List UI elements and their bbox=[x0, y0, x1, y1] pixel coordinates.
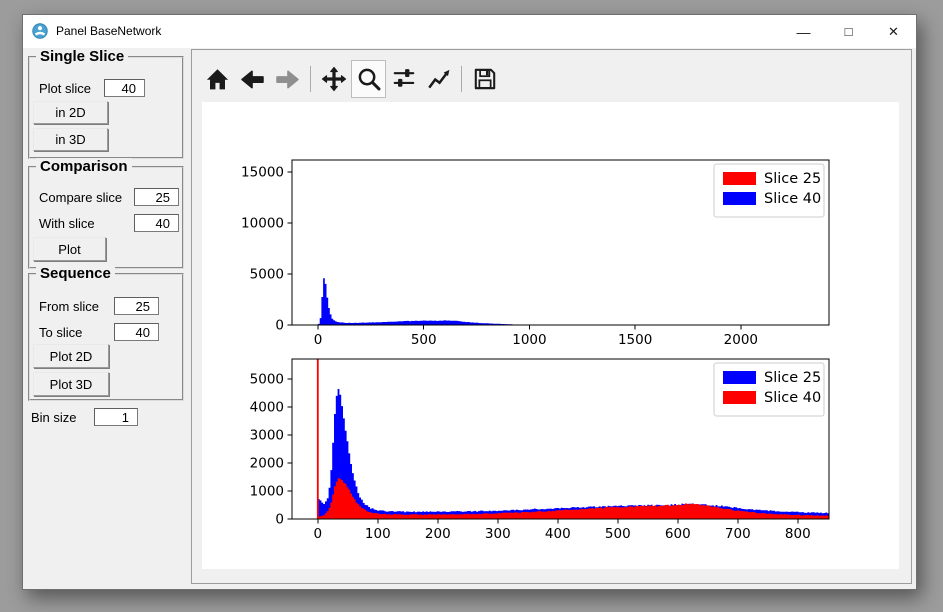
home-icon bbox=[205, 67, 230, 92]
plot-slice-label: Plot slice bbox=[39, 81, 91, 96]
axes-2[interactable]: 0 100 200 300 400 500 600 700 800 0 1000 2000 3000 40… bbox=[250, 359, 829, 542]
x-tick-label: 100 bbox=[365, 526, 391, 542]
minimize-button[interactable]: — bbox=[781, 15, 826, 48]
y-tick-label: 1000 bbox=[250, 484, 284, 500]
save-icon bbox=[472, 66, 498, 92]
x-tick-label: 700 bbox=[725, 526, 751, 542]
legend-label: Slice 40 bbox=[764, 390, 821, 406]
pan-icon bbox=[321, 66, 347, 92]
series-slice-40 bbox=[318, 278, 825, 325]
x-tick-label: 1000 bbox=[512, 332, 546, 348]
comparison-plot-button[interactable]: Plot bbox=[33, 237, 106, 261]
toolbar-separator bbox=[461, 66, 462, 92]
legend: Slice 25 Slice 40 bbox=[714, 164, 824, 217]
y-tick-label: 4000 bbox=[250, 400, 284, 416]
to-slice-label: To slice bbox=[39, 325, 82, 340]
line-chart-icon bbox=[426, 66, 452, 92]
x-tick-label: 800 bbox=[785, 526, 811, 542]
legend: Slice 25 Slice 40 bbox=[714, 363, 824, 416]
close-button[interactable]: ✕ bbox=[871, 15, 916, 48]
y-tick-label: 3000 bbox=[250, 428, 284, 444]
back-icon bbox=[240, 67, 265, 92]
y-tick-label: 2000 bbox=[250, 456, 284, 472]
x-tick-label: 200 bbox=[425, 526, 451, 542]
figure-canvas[interactable]: 0500100015002000050001000015000Slice 25S… bbox=[202, 102, 899, 569]
y-tick-label: 5000 bbox=[250, 267, 284, 283]
forward-icon bbox=[275, 67, 300, 92]
pan-button[interactable] bbox=[316, 60, 351, 98]
with-slice-input[interactable] bbox=[134, 214, 179, 232]
edit-parameters-button[interactable] bbox=[421, 60, 456, 98]
save-button[interactable] bbox=[467, 60, 502, 98]
x-tick-label: 400 bbox=[545, 526, 571, 542]
home-button[interactable] bbox=[200, 60, 235, 98]
title-bar[interactable]: Panel BaseNetwork — □ ✕ bbox=[23, 15, 916, 48]
toolbar-separator bbox=[310, 66, 311, 92]
matplotlib-toolbar bbox=[200, 60, 502, 98]
tk-app-icon bbox=[32, 23, 48, 39]
comparison-title: Comparison bbox=[36, 158, 132, 175]
bin-size-label: Bin size bbox=[31, 410, 77, 425]
from-slice-label: From slice bbox=[39, 299, 99, 314]
y-tick-label: 15000 bbox=[241, 165, 284, 181]
window-controls: — □ ✕ bbox=[781, 15, 916, 48]
in-2d-button[interactable]: in 2D bbox=[33, 101, 108, 124]
single-slice-title: Single Slice bbox=[36, 48, 128, 65]
legend-swatch bbox=[723, 172, 756, 185]
y-tick-label: 10000 bbox=[241, 216, 284, 232]
with-slice-label: With slice bbox=[39, 216, 95, 231]
x-tick-label: 2000 bbox=[724, 332, 758, 348]
back-button[interactable] bbox=[235, 60, 270, 98]
zoom-button[interactable] bbox=[351, 60, 386, 98]
to-slice-input[interactable] bbox=[114, 323, 159, 341]
zoom-icon bbox=[356, 66, 382, 92]
maximize-button[interactable]: □ bbox=[826, 15, 871, 48]
plot-panel: 0500100015002000050001000015000Slice 25S… bbox=[191, 49, 912, 584]
legend-swatch bbox=[723, 371, 756, 384]
plot-slice-input[interactable] bbox=[104, 79, 145, 97]
legend-label: Slice 25 bbox=[764, 370, 821, 386]
legend-swatch bbox=[723, 192, 756, 205]
from-slice-input[interactable] bbox=[114, 297, 159, 315]
compare-slice-label: Compare slice bbox=[39, 190, 122, 205]
x-tick-label: 500 bbox=[411, 332, 437, 348]
in-3d-button[interactable]: in 3D bbox=[33, 128, 108, 151]
y-tick-label: 5000 bbox=[250, 372, 284, 388]
window-title: Panel BaseNetwork bbox=[56, 24, 161, 38]
desktop-background: Panel BaseNetwork — □ ✕ Single Slice Plo… bbox=[0, 0, 943, 612]
bin-size-input[interactable] bbox=[94, 408, 138, 426]
sliders-icon bbox=[391, 66, 417, 92]
x-tick-label: 500 bbox=[605, 526, 631, 542]
legend-swatch bbox=[723, 391, 756, 404]
plot-3d-button[interactable]: Plot 3D bbox=[33, 372, 109, 396]
x-tick-label: 300 bbox=[485, 526, 511, 542]
y-tick-label: 0 bbox=[275, 318, 284, 334]
forward-button[interactable] bbox=[270, 60, 305, 98]
x-tick-label: 0 bbox=[314, 526, 323, 542]
x-tick-label: 600 bbox=[665, 526, 691, 542]
compare-slice-input[interactable] bbox=[134, 188, 179, 206]
plot-2d-button[interactable]: Plot 2D bbox=[33, 344, 109, 368]
sequence-title: Sequence bbox=[36, 265, 115, 282]
histogram-figure[interactable]: 0500100015002000050001000015000Slice 25S… bbox=[202, 102, 899, 569]
legend-label: Slice 40 bbox=[764, 191, 821, 207]
legend-label: Slice 25 bbox=[764, 171, 821, 187]
x-tick-label: 1500 bbox=[618, 332, 652, 348]
y-tick-label: 0 bbox=[275, 512, 284, 528]
app-window: Panel BaseNetwork — □ ✕ Single Slice Plo… bbox=[22, 14, 917, 590]
axes-1[interactable]: 0500100015002000050001000015000Slice 25S… bbox=[241, 160, 829, 348]
configure-subplots-button[interactable] bbox=[386, 60, 421, 98]
x-tick-label: 0 bbox=[314, 332, 323, 348]
